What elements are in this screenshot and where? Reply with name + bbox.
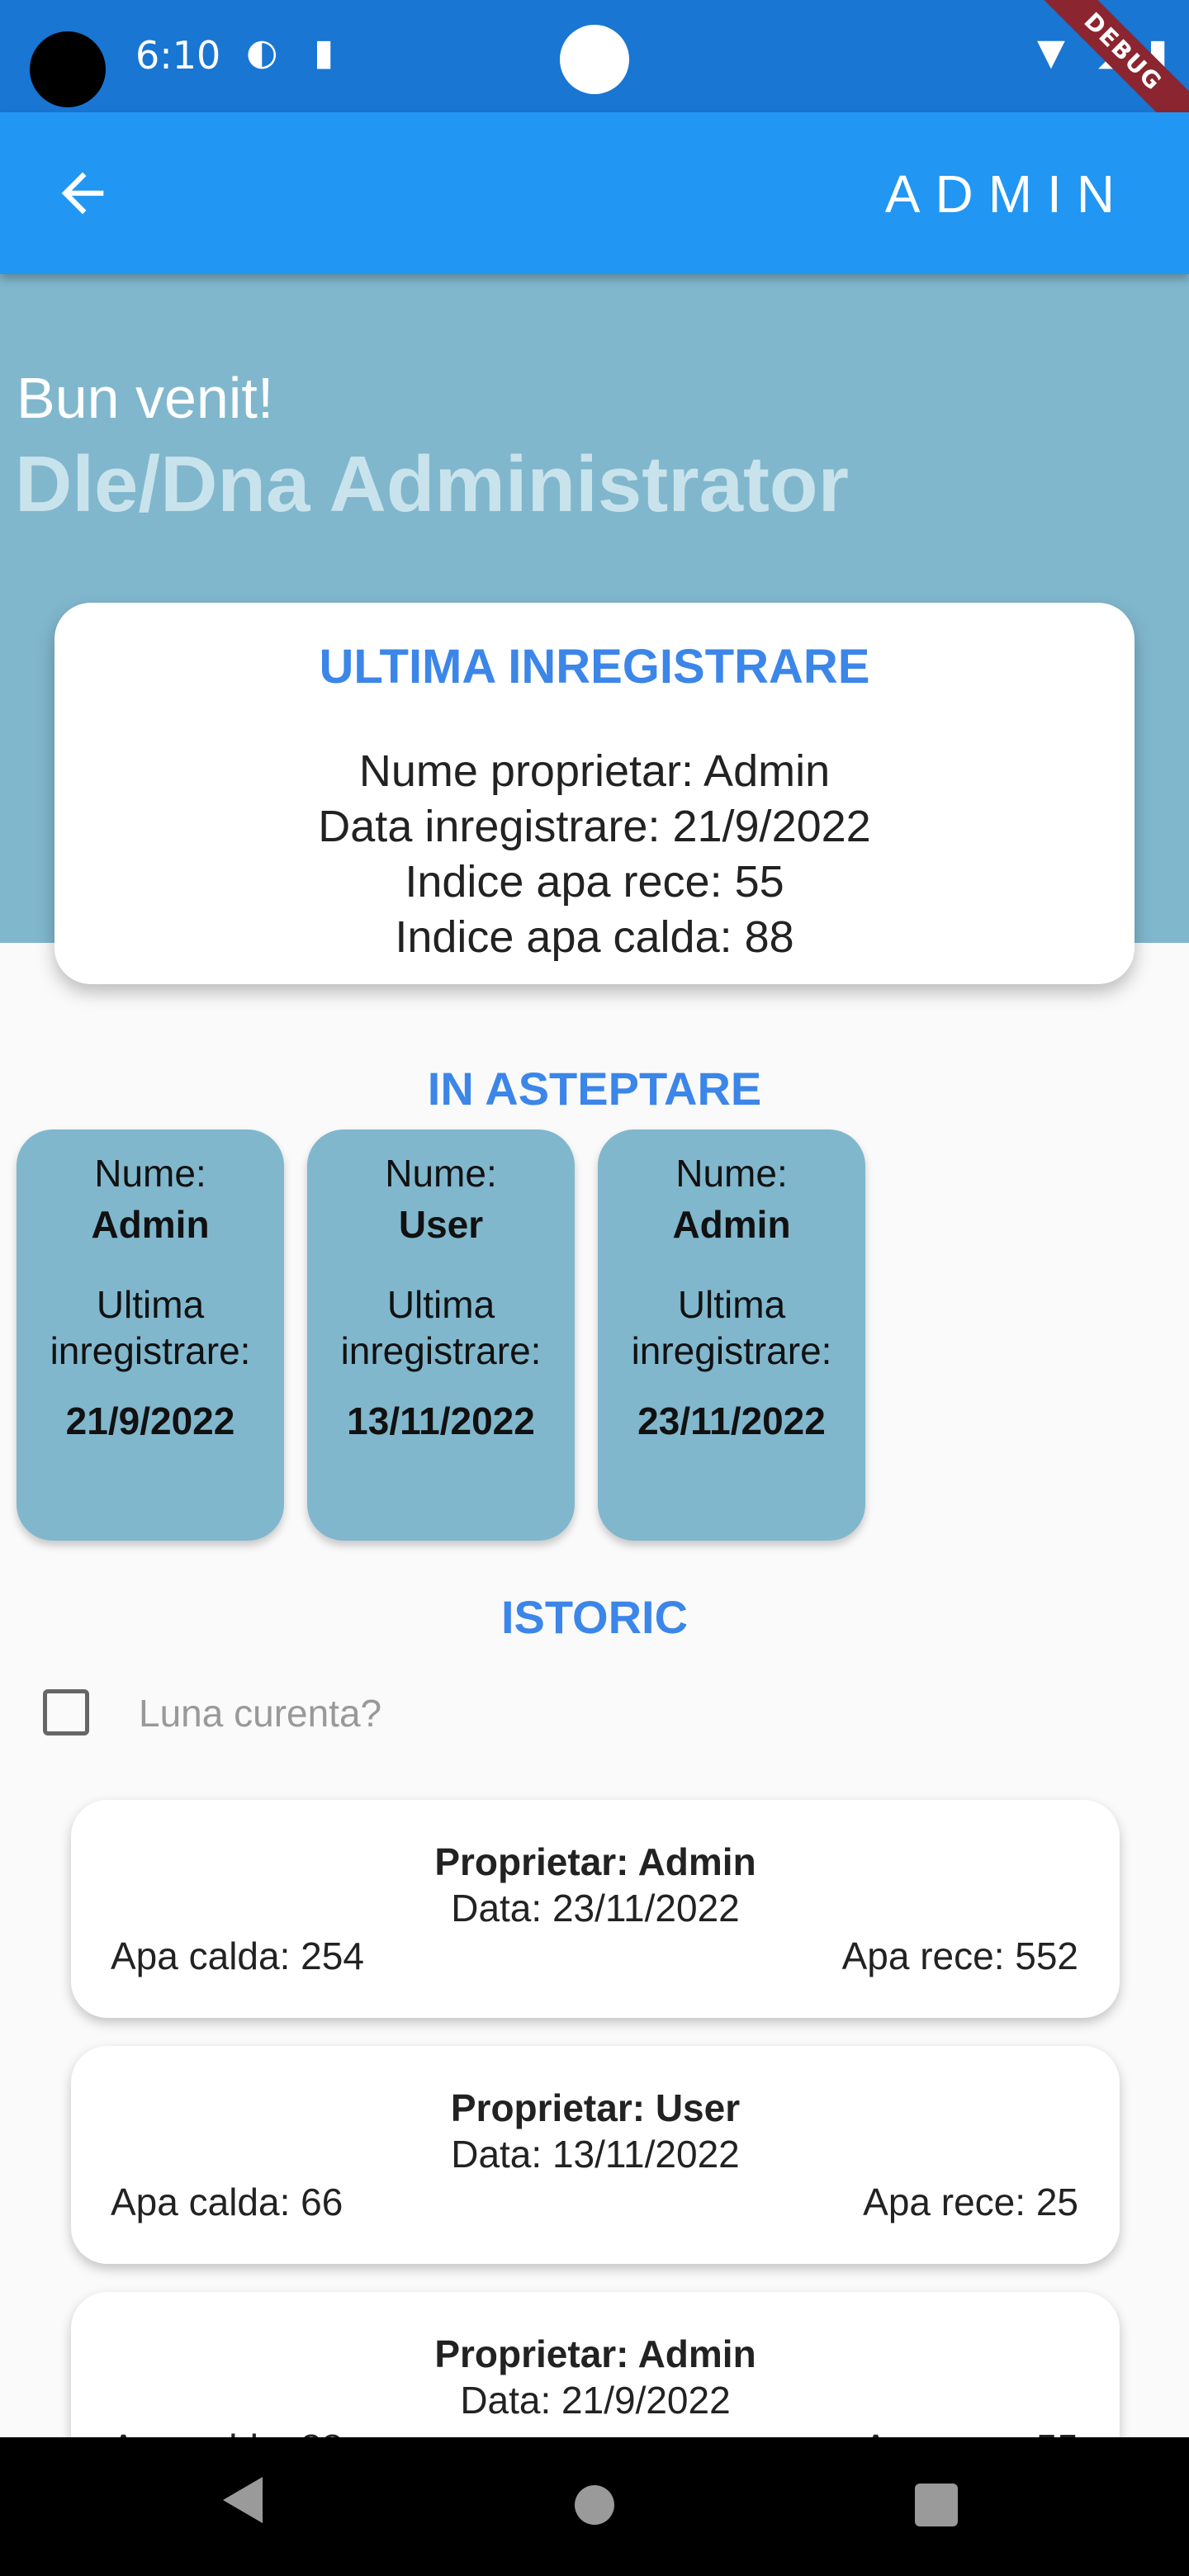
pending-name-label: Nume: (385, 1152, 497, 1195)
history-card[interactable]: Proprietar: User Data: 13/11/2022 Apa ca… (71, 2046, 1120, 2264)
system-navigation-bar (0, 2437, 1189, 2576)
pending-title: IN ASTEPTARE (427, 1063, 762, 1115)
last-record-card: ULTIMA INREGISTRARE Nume proprietar: Adm… (54, 603, 1135, 984)
arrow-left-icon[interactable] (51, 162, 114, 225)
circle-home-icon[interactable] (575, 2485, 614, 2525)
history-cold-water: Apa rece: 552 (841, 1934, 1078, 1977)
user-name: Dle/Dna Administrator (15, 440, 849, 528)
app-bar: ADMIN (0, 112, 1189, 274)
notification-icon: ◐ (246, 31, 278, 73)
last-record-owner: Nume proprietar: Admin (358, 746, 831, 796)
pending-name-label: Nume: (675, 1152, 788, 1195)
pending-date: 23/11/2022 (637, 1399, 826, 1442)
history-hot-water: Apa calda: 254 (111, 1934, 364, 1977)
history-date: Data: 21/9/2022 (460, 2379, 731, 2422)
last-record-cold: Indice apa rece: 55 (405, 857, 784, 907)
pending-name: Admin (91, 1203, 210, 1246)
history-cold-water: Apa rece: 25 (863, 2181, 1078, 2223)
pending-card[interactable]: Nume: Admin Ultima inregistrare: 23/11/2… (598, 1129, 865, 1541)
pending-name: Admin (672, 1203, 791, 1246)
last-record-title: ULTIMA INREGISTRARE (319, 640, 870, 694)
camera-cutout (30, 31, 106, 107)
pending-name: User (398, 1203, 484, 1246)
current-month-checkbox[interactable] (43, 1689, 89, 1735)
square-recent-icon[interactable] (915, 2484, 958, 2526)
pending-last-label: Ultima inregistrare: (50, 1283, 251, 1372)
triangle-back-icon[interactable] (223, 2477, 263, 2523)
pending-card[interactable]: Nume: Admin Ultima inregistrare: 21/9/20… (17, 1129, 284, 1541)
page-title: ADMIN (884, 164, 1130, 224)
history-card[interactable]: Proprietar: Admin Data: 23/11/2022 Apa c… (71, 1800, 1120, 2018)
current-month-label: Luna curenta? (139, 1692, 382, 1735)
status-bar: 6:10 ◐ ▮ ▼ ◢ ▮ DEBUG (0, 0, 1189, 154)
history-date: Data: 23/11/2022 (451, 1887, 740, 1930)
history-hot-water: Apa calda: 66 (111, 2181, 343, 2223)
history-owner: Proprietar: User (450, 2086, 741, 2129)
last-record-date: Data inregistrare: 21/9/2022 (318, 802, 871, 851)
welcome-text: Bun venit! (17, 366, 274, 430)
pending-date: 21/9/2022 (65, 1399, 235, 1442)
arrow-left-icon-svg (61, 172, 104, 215)
pending-name-label: Nume: (94, 1152, 206, 1195)
sd-card-icon: ▮ (314, 31, 334, 73)
camera-indicator (560, 25, 629, 94)
pending-date: 13/11/2022 (347, 1399, 535, 1442)
status-time: 6:10 (135, 33, 221, 78)
history-title: ISTORIC (500, 1591, 689, 1643)
pending-last-label: Ultima inregistrare: (340, 1283, 542, 1372)
pending-card[interactable]: Nume: User Ultima inregistrare: 13/11/20… (307, 1129, 575, 1541)
last-record-hot: Indice apa calda: 88 (395, 912, 794, 962)
pending-last-label: Ultima inregistrare: (631, 1283, 832, 1372)
history-owner: Proprietar: Admin (434, 2332, 756, 2375)
history-date: Data: 13/11/2022 (451, 2133, 740, 2176)
wifi-icon: ▼ (1037, 31, 1065, 73)
history-owner: Proprietar: Admin (434, 1840, 756, 1883)
